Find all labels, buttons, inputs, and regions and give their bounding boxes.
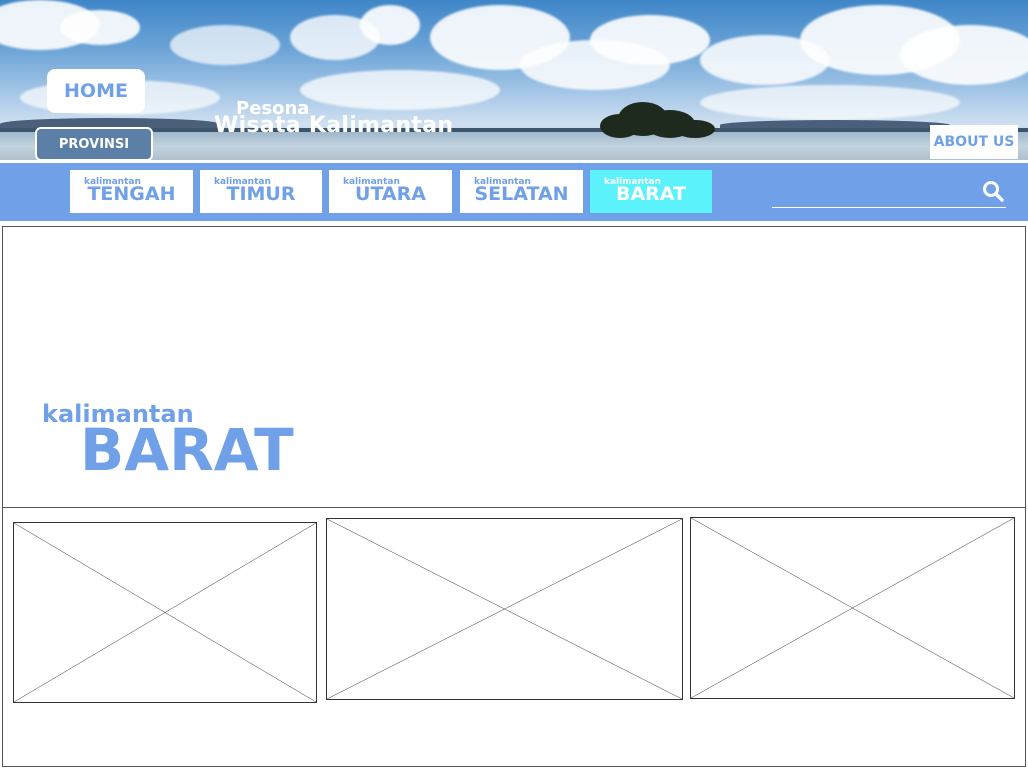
hero-title: BARAT	[80, 416, 294, 484]
home-button[interactable]: HOME	[47, 69, 145, 113]
provinsi-button[interactable]: PROVINSI	[35, 127, 153, 161]
tab-label: TIMUR	[226, 183, 296, 205]
tab-utara[interactable]: kalimantan UTARA	[329, 170, 452, 213]
island-image	[600, 100, 715, 140]
tab-barat[interactable]: kalimantan BARAT	[590, 170, 712, 213]
search-icon[interactable]	[982, 180, 1004, 202]
tab-selatan[interactable]: kalimantan SELATAN	[460, 170, 583, 213]
image-placeholder-card[interactable]	[326, 518, 683, 700]
search-input[interactable]	[772, 207, 1006, 208]
province-navbar: kalimantan TENGAH kalimantan TIMUR kalim…	[0, 163, 1028, 221]
image-placeholder-icon	[14, 523, 316, 702]
about-us-button[interactable]: ABOUT US	[930, 125, 1018, 159]
header-banner	[0, 0, 1028, 160]
site-title: Wisata Kalimantan	[214, 113, 454, 138]
tab-label: SELATAN	[474, 183, 569, 205]
image-placeholder-icon	[691, 518, 1014, 698]
tab-label: BARAT	[615, 183, 686, 205]
image-placeholder-card[interactable]	[690, 517, 1015, 699]
tab-label: TENGAH	[87, 183, 176, 205]
image-placeholder-icon	[327, 519, 682, 699]
image-placeholder-card[interactable]	[13, 522, 317, 703]
tab-label: UTARA	[355, 183, 426, 205]
tab-timur[interactable]: kalimantan TIMUR	[200, 170, 322, 213]
tab-tengah[interactable]: kalimantan TENGAH	[70, 170, 193, 213]
